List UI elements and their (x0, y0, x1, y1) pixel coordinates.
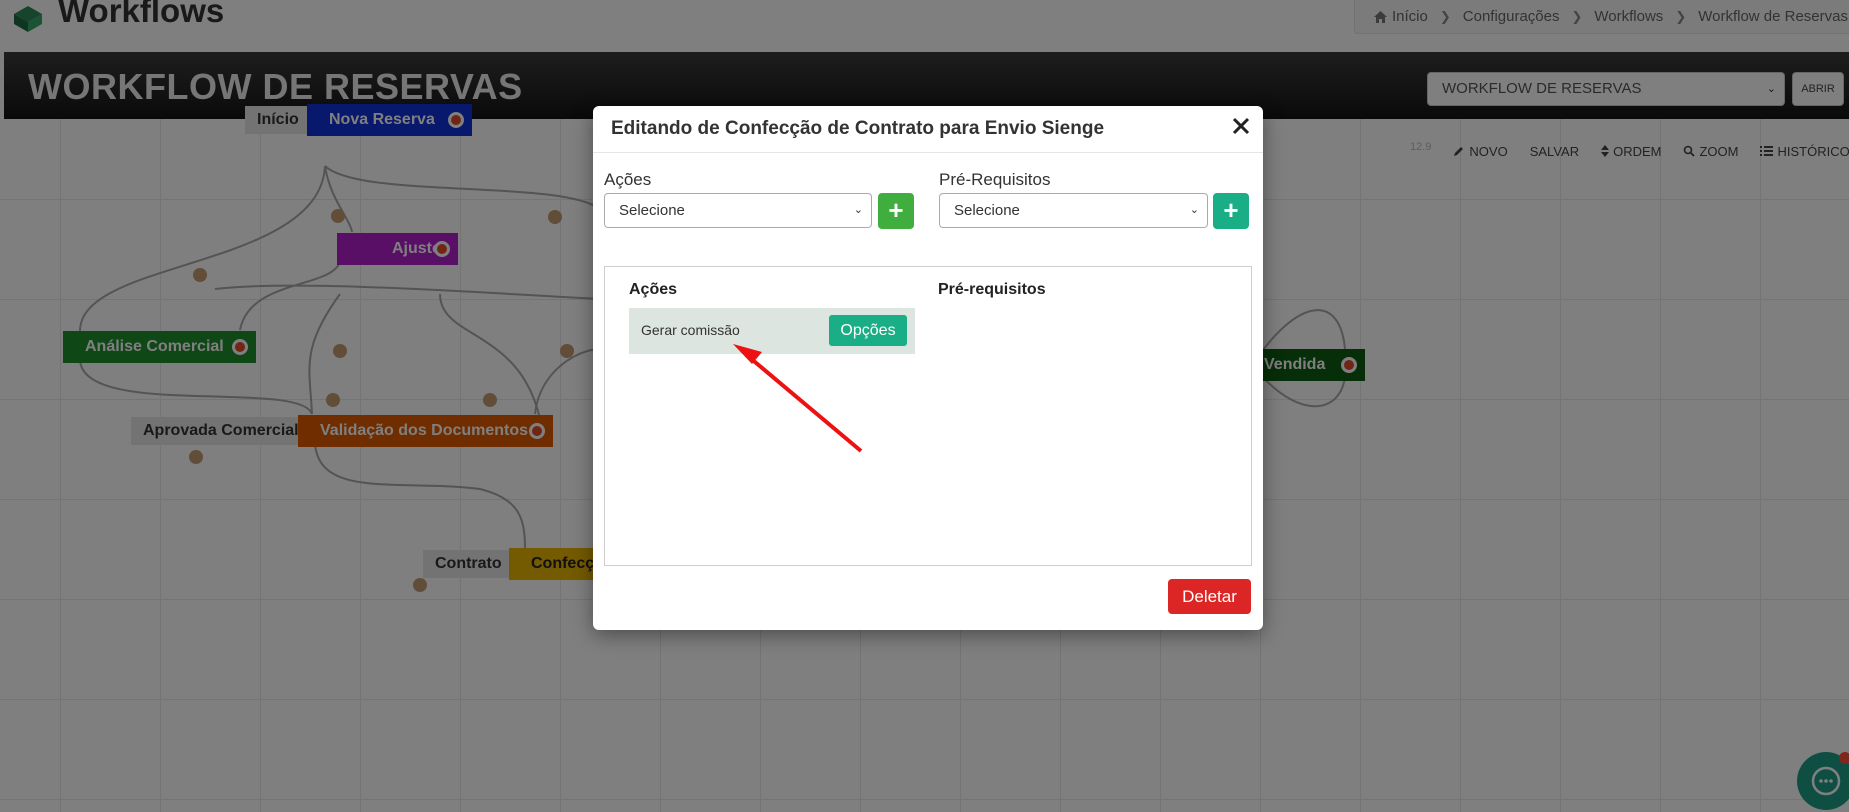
annotation-arrow (733, 344, 863, 453)
